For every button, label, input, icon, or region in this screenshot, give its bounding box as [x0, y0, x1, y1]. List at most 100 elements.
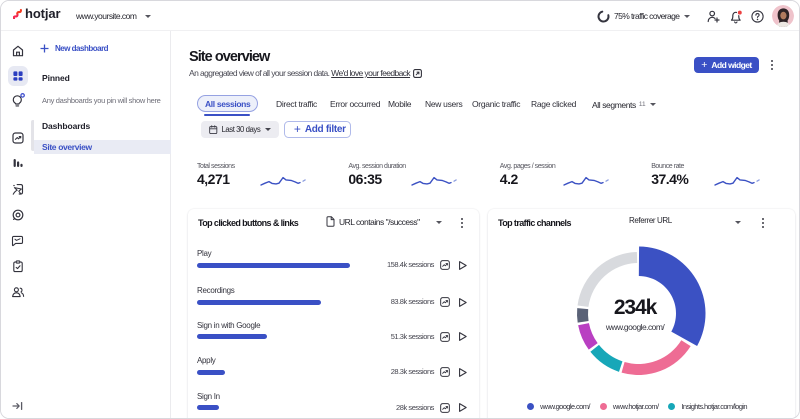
- traffic-coverage[interactable]: 75% traffic coverage: [597, 1, 691, 31]
- legend-item[interactable]: www.google.com/: [527, 402, 590, 411]
- view-trend-icon[interactable]: [439, 297, 450, 307]
- nav-recordings[interactable]: [1, 203, 34, 227]
- element-label: Sign in with Google: [197, 320, 261, 330]
- legend-dot: [668, 403, 676, 410]
- plus-icon: +: [701, 59, 708, 71]
- card-menu-kebab[interactable]: [456, 216, 468, 230]
- page-menu-kebab[interactable]: [766, 58, 778, 72]
- legend-dot: [527, 403, 535, 410]
- notifications-bell-icon[interactable]: [729, 9, 743, 24]
- element-sessions: 158.4k sessions: [386, 260, 434, 269]
- nav-dashboards[interactable]: [1, 64, 34, 88]
- nav-funnels[interactable]: [1, 151, 34, 175]
- nav-ideas[interactable]: [1, 89, 34, 113]
- chevron-down-icon: [265, 127, 272, 131]
- element-bar-fill: [197, 334, 267, 340]
- tab-direct-traffic[interactable]: Direct traffic: [276, 99, 317, 109]
- element-sessions: 28k sessions: [396, 402, 434, 412]
- surveys-icon: [12, 259, 23, 272]
- nav-feedback[interactable]: [1, 229, 34, 253]
- element-sessions: 51.3k sessions: [390, 331, 435, 341]
- app-window: hotjar www.yoursite.com 75% traffic cove…: [0, 0, 800, 419]
- element-label: Apply: [197, 356, 216, 365]
- nav-trends[interactable]: [1, 126, 34, 150]
- chevron-down-icon: [684, 14, 691, 18]
- dashboard-item-site-overview[interactable]: Site overview: [34, 140, 171, 154]
- collapse-sidebar[interactable]: [1, 394, 34, 418]
- user-avatar[interactable]: [772, 5, 794, 27]
- metric-label: Total sessions: [197, 163, 235, 170]
- view-trend-icon[interactable]: [439, 260, 450, 270]
- play-sessions-icon[interactable]: [457, 260, 468, 271]
- nav-surveys[interactable]: [1, 254, 34, 278]
- active-tab-underline: [204, 113, 250, 116]
- traffic-progress-icon: [597, 10, 610, 22]
- chevron-down-icon: [649, 103, 656, 106]
- nav-home[interactable]: [1, 39, 34, 63]
- view-trend-icon[interactable]: [439, 331, 450, 342]
- view-trend-icon[interactable]: [439, 402, 450, 413]
- element-bar: [197, 262, 350, 268]
- main-content: Site overview An aggregated view of all …: [172, 31, 799, 418]
- tab-error-occurred[interactable]: Error occurred: [330, 99, 380, 109]
- calendar-icon: [209, 124, 218, 134]
- plus-icon: +: [293, 122, 301, 137]
- play-sessions-icon[interactable]: [457, 367, 468, 378]
- legend-label: www.hotjar.com/: [612, 402, 659, 411]
- home-icon: [12, 45, 23, 57]
- view-trend-icon[interactable]: [439, 367, 450, 377]
- hotjar-flame-icon: [13, 8, 23, 19]
- add-widget-button[interactable]: + Add widget: [694, 57, 759, 73]
- date-range-value: Last 30 days: [221, 124, 261, 134]
- url-filter-value: URL contains "/success": [339, 216, 420, 227]
- all-segments-dropdown[interactable]: All segments 11: [592, 96, 656, 114]
- donut-legend: www.google.com/www.hotjar.com/Insights.h…: [488, 402, 795, 411]
- notification-dot: [736, 9, 743, 15]
- hotjar-logo[interactable]: hotjar: [13, 6, 61, 21]
- new-dashboard-button[interactable]: New dashboard: [40, 44, 109, 53]
- all-segments-count: 11: [638, 101, 646, 108]
- traffic-channels-card: Top traffic channels Referrer URL 234k w…: [488, 209, 795, 418]
- play-sessions-icon[interactable]: [457, 331, 468, 342]
- heatmaps-cursor-icon: [12, 183, 24, 195]
- play-sessions-icon[interactable]: [457, 402, 468, 413]
- add-filter-button[interactable]: + Add filter: [283, 121, 351, 138]
- site-selector[interactable]: www.yoursite.com: [76, 1, 151, 31]
- tab-new-users[interactable]: New users: [425, 99, 463, 109]
- element-label: Play: [197, 249, 212, 258]
- element-bar: [197, 299, 321, 305]
- tab-rage-clicked[interactable]: Rage clicked: [531, 99, 576, 109]
- feedback-link[interactable]: We'd love your feedback: [331, 68, 410, 78]
- donut-segment-www-hotjar-com-[interactable]: [621, 340, 691, 375]
- element-bar: [197, 334, 267, 340]
- tab-organic-traffic[interactable]: Organic traffic: [472, 99, 521, 109]
- play-sessions-icon[interactable]: [457, 297, 468, 308]
- page-icon: [326, 216, 335, 227]
- lightbulb-icon: [12, 93, 25, 107]
- nav-interviews[interactable]: [1, 280, 34, 304]
- tab-mobile[interactable]: Mobile: [388, 99, 412, 109]
- legend-item[interactable]: www.hotjar.com/: [599, 402, 659, 411]
- ideas-badge-dot: [19, 93, 25, 98]
- element-sessions: 28.3k sessions: [390, 367, 435, 376]
- date-range-button[interactable]: Last 30 days: [201, 121, 280, 138]
- donut-center: 234k www.google.com/: [575, 296, 695, 332]
- element-bar-fill: [197, 369, 225, 375]
- avatar-photo: [772, 5, 794, 27]
- donut-segment-Insights-hotjar-com-login[interactable]: [590, 344, 623, 372]
- metric-sparkline: [714, 176, 762, 186]
- metric-label: Avg. pages / session: [499, 163, 556, 170]
- nav-heatmaps[interactable]: [1, 177, 34, 201]
- plus-icon: [40, 44, 49, 53]
- invite-user-icon[interactable]: [707, 10, 720, 23]
- tab-all-sessions[interactable]: All sessions: [197, 95, 259, 112]
- page-subtitle-text: An aggregated view of all your session d…: [189, 68, 332, 78]
- legend-item[interactable]: Insights.hotjar.com/login: [668, 402, 748, 411]
- metric-avg-pages-session: Avg. pages / session 4.2: [500, 163, 652, 203]
- metric-bounce-rate: Bounce rate 37.4%: [651, 163, 799, 203]
- chevron-down-icon: [144, 14, 151, 18]
- help-icon[interactable]: [751, 10, 764, 23]
- url-filter-dropdown[interactable]: URL contains "/success": [326, 216, 420, 227]
- legend-label: Insights.hotjar.com/login: [681, 402, 747, 411]
- nav-rail: [1, 31, 35, 418]
